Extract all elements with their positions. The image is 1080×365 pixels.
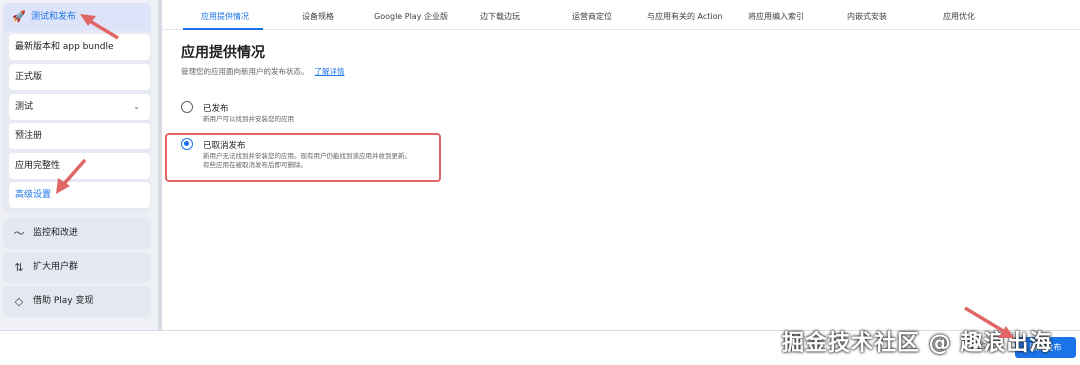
tab-app-actions[interactable]: 与应用有关的 Action xyxy=(647,11,723,22)
sidebar-group: 最新版本和 app bundle 正式版 测试 ⌄ 预注册 应用完整性 高级设置 xyxy=(3,31,151,213)
sidebar-item-label: 最新版本和 app bundle xyxy=(15,42,114,52)
annotation-arrows xyxy=(56,14,1014,338)
sidebar-section-grow[interactable]: ⇅ 扩大用户群 xyxy=(3,252,151,283)
grow-icon: ⇅ xyxy=(14,261,24,274)
sidebar-item-label: 高级设置 xyxy=(15,190,52,200)
sidebar-divider xyxy=(158,0,162,330)
sidebar-item-label: 预注册 xyxy=(15,131,43,141)
sidebar-section-monitor[interactable]: 〜 监控和改进 xyxy=(3,218,151,249)
sidebar-header-label: 测试和发布 xyxy=(31,12,77,22)
page-description: 管理您的应用面向新用户的发布状态。 了解详情 xyxy=(181,66,345,77)
active-tab-indicator xyxy=(183,28,263,30)
tab-app-indexing[interactable]: 将应用编入索引 xyxy=(748,11,804,22)
option-unpublished-label: 已取消发布 xyxy=(203,141,246,151)
sidebar-item-label: 应用完整性 xyxy=(15,161,61,171)
radio-unpublished[interactable] xyxy=(181,138,193,150)
tag-icon: ◇ xyxy=(14,295,24,308)
tab-app-optimization[interactable]: 应用优化 xyxy=(943,11,975,22)
sidebar: 🚀 测试和发布 最新版本和 app bundle 正式版 测试 ⌄ 预注册 应用完… xyxy=(0,0,158,330)
tab-play-as-you-download[interactable]: 边下载边玩 xyxy=(480,11,520,22)
tab-embedded-install[interactable]: 内嵌式安装 xyxy=(847,11,887,22)
option-published-desc: 新用户可以找到并安装您的应用 xyxy=(203,115,294,123)
sidebar-header-test-release[interactable]: 🚀 测试和发布 xyxy=(3,3,151,31)
tab-device-specs[interactable]: 设备规格 xyxy=(302,11,334,22)
sidebar-section-label: 监控和改进 xyxy=(33,228,79,238)
sidebar-item-label: 正式版 xyxy=(15,72,43,82)
watermark-text: 掘金技术社区 @ 趣浪出海 xyxy=(782,331,1053,356)
sidebar-item-advanced-settings[interactable]: 高级设置 xyxy=(9,182,150,208)
tab-carrier-targeting[interactable]: 运营商定位 xyxy=(572,11,612,22)
tab-play-enterprise[interactable]: Google Play 企业版 xyxy=(374,11,448,22)
tab-app-availability[interactable]: 应用提供情况 xyxy=(201,11,249,22)
sidebar-item-preregistration[interactable]: 预注册 xyxy=(9,123,150,149)
sidebar-item-latest-bundle[interactable]: 最新版本和 app bundle xyxy=(9,34,150,60)
sidebar-section-monetize[interactable]: ◇ 借助 Play 变现 xyxy=(3,286,151,317)
chevron-down-icon: ⌄ xyxy=(133,102,140,111)
option-unpublished-desc-2: 有些应用在被取消发布后即可删除。 xyxy=(203,161,307,169)
sidebar-item-app-integrity[interactable]: 应用完整性 xyxy=(9,153,150,179)
monitor-icon: 〜 xyxy=(13,227,25,240)
option-published-label: 已发布 xyxy=(203,104,229,114)
sidebar-item-production[interactable]: 正式版 xyxy=(9,64,150,90)
sidebar-section-label: 借助 Play 变现 xyxy=(33,296,94,306)
description-text: 管理您的应用面向新用户的发布状态。 xyxy=(181,67,309,76)
page-title: 应用提供情况 xyxy=(181,45,265,61)
learn-more-link[interactable]: 了解详情 xyxy=(315,67,345,76)
sidebar-item-testing[interactable]: 测试 ⌄ xyxy=(9,94,150,120)
sidebar-item-label: 测试 xyxy=(15,102,34,112)
sidebar-section-label: 扩大用户群 xyxy=(33,262,79,272)
radio-published[interactable] xyxy=(181,101,193,113)
